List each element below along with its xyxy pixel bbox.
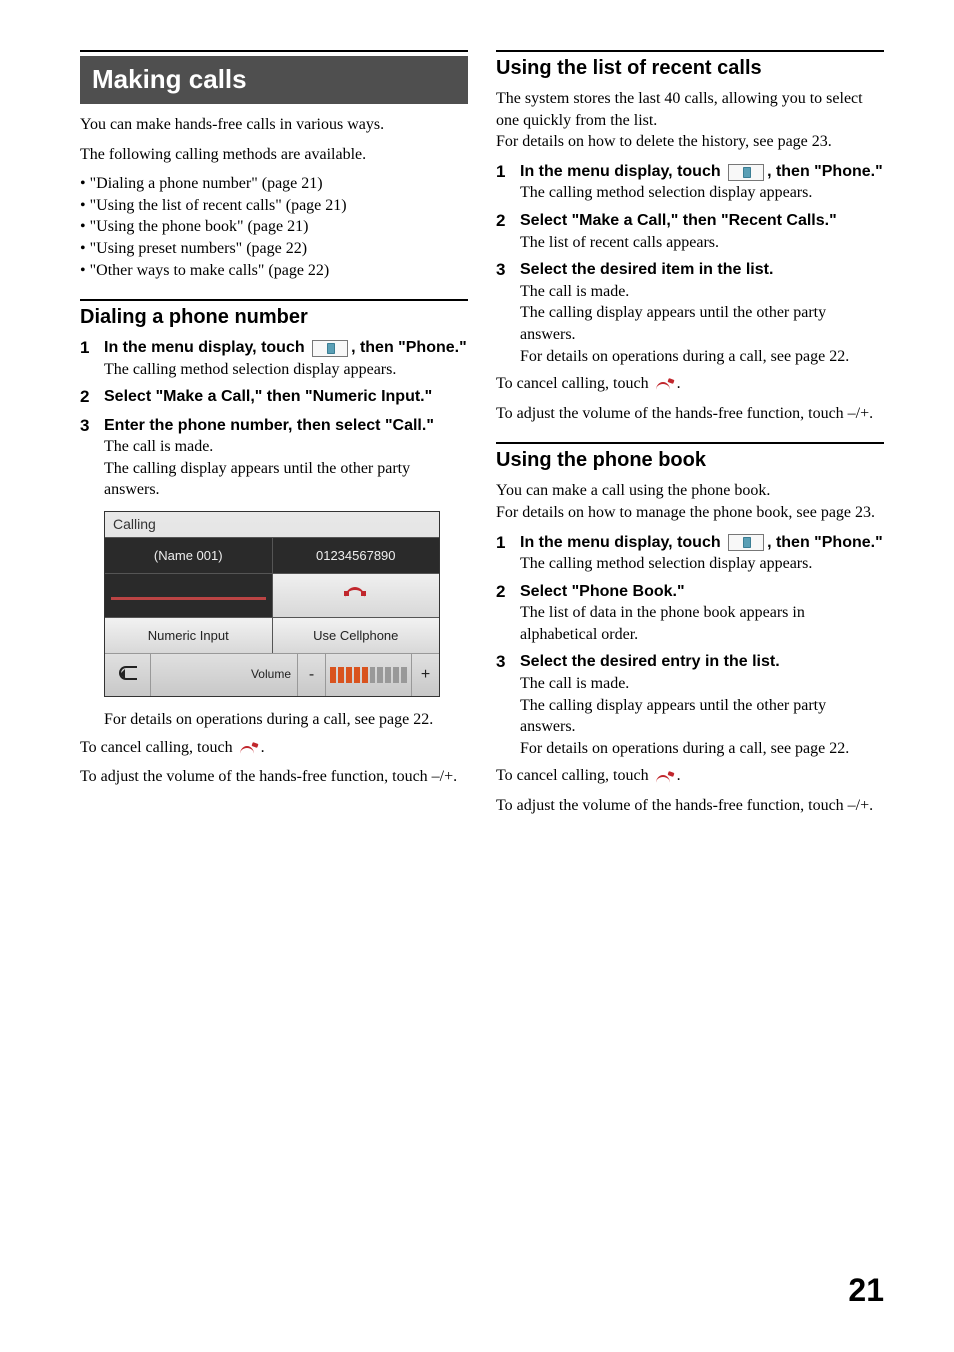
step-result: For details on operations during a call,… (520, 738, 884, 760)
hangup-button[interactable] (273, 574, 440, 617)
step-result: The calling method selection display app… (520, 553, 884, 575)
step-number: 3 (80, 415, 96, 501)
bullet-item: "Using the phone book" (page 21) (80, 216, 468, 238)
step-instruction: In the menu display, touch (520, 534, 725, 551)
intro-text: For details on how to delete the history… (496, 131, 884, 153)
step-number: 2 (496, 210, 512, 253)
volume-down-button[interactable]: - (297, 654, 325, 696)
step-number: 3 (496, 651, 512, 759)
step-instruction: Select "Make a Call," then "Numeric Inpu… (104, 386, 468, 408)
step-instruction: Select "Phone Book." (520, 581, 884, 603)
signal-meter (105, 574, 273, 617)
intro-text: You can make hands-free calls in various… (80, 114, 468, 136)
step-number: 1 (496, 161, 512, 204)
intro-text: You can make a call using the phone book… (496, 480, 884, 502)
hangup-icon (656, 378, 674, 390)
step-number: 2 (80, 386, 96, 408)
back-icon (119, 666, 137, 680)
subsection-title: Using the list of recent calls (496, 55, 884, 82)
step-instruction: In the menu display, touch (104, 339, 309, 356)
intro-text: The system stores the last 40 calls, all… (496, 88, 884, 131)
step-instruction: Select the desired item in the list. (520, 259, 884, 281)
note-text: To adjust the volume of the hands-free f… (80, 766, 468, 788)
menu-icon (728, 534, 764, 551)
bullet-item: "Other ways to make calls" (page 22) (80, 260, 468, 282)
calling-display: Calling (Name 001) 01234567890 Numeric I… (104, 511, 440, 697)
hangup-icon (656, 771, 674, 783)
section-heading: Making calls (80, 56, 468, 104)
use-cellphone-button[interactable]: Use Cellphone (273, 618, 440, 654)
note-text: To cancel calling, touch . (496, 765, 884, 787)
note-text: To cancel calling, touch . (80, 737, 468, 759)
step-result: For details on operations during a call,… (520, 346, 884, 368)
step-result: The calling display appears until the ot… (520, 302, 884, 345)
step-result: The list of data in the phone book appea… (520, 602, 884, 645)
step-instruction: Select the desired entry in the list. (520, 651, 884, 673)
step-instruction: , then "Phone." (767, 163, 883, 180)
step-number: 1 (80, 337, 96, 380)
step-number: 1 (496, 532, 512, 575)
volume-up-button[interactable]: + (411, 654, 439, 696)
menu-icon (312, 340, 348, 357)
step-result: The call is made. (520, 281, 884, 303)
calling-title: Calling (105, 512, 439, 537)
step-result: The calling method selection display app… (104, 359, 468, 381)
step-result: The call is made. (520, 673, 884, 695)
bullet-item: "Dialing a phone number" (page 21) (80, 173, 468, 195)
step-result: The list of recent calls appears. (520, 232, 884, 254)
hangup-icon (345, 583, 367, 597)
step-result: The calling method selection display app… (520, 182, 884, 204)
step-result: The calling display appears until the ot… (104, 458, 468, 501)
bullet-item: "Using preset numbers" (page 22) (80, 238, 468, 260)
subsection-title: Dialing a phone number (80, 304, 468, 331)
step-number: 3 (496, 259, 512, 367)
back-button[interactable] (105, 654, 151, 696)
numeric-input-button[interactable]: Numeric Input (105, 618, 273, 654)
step-instruction: Enter the phone number, then select "Cal… (104, 415, 468, 437)
bullet-item: "Using the list of recent calls" (page 2… (80, 195, 468, 217)
page-number: 21 (848, 1269, 884, 1312)
step-number: 2 (496, 581, 512, 646)
step-instruction: , then "Phone." (351, 339, 467, 356)
step-instruction: In the menu display, touch (520, 163, 725, 180)
step-result: The calling display appears until the ot… (520, 695, 884, 738)
menu-icon (728, 164, 764, 181)
intro-text: The following calling methods are availa… (80, 144, 468, 166)
step-instruction: Select "Make a Call," then "Recent Calls… (520, 210, 884, 232)
volume-meter (325, 654, 411, 696)
step-result: The call is made. (104, 436, 468, 458)
note-text: To adjust the volume of the hands-free f… (496, 403, 884, 425)
note-text: To cancel calling, touch . (496, 373, 884, 395)
step-instruction: , then "Phone." (767, 534, 883, 551)
phone-number: 01234567890 (273, 538, 440, 574)
note-text: For details on operations during a call,… (80, 709, 468, 731)
note-text: To adjust the volume of the hands-free f… (496, 795, 884, 817)
intro-text: For details on how to manage the phone b… (496, 502, 884, 524)
hangup-icon (240, 742, 258, 754)
volume-label: Volume (151, 654, 297, 696)
subsection-title: Using the phone book (496, 447, 884, 474)
caller-name: (Name 001) (105, 538, 273, 574)
